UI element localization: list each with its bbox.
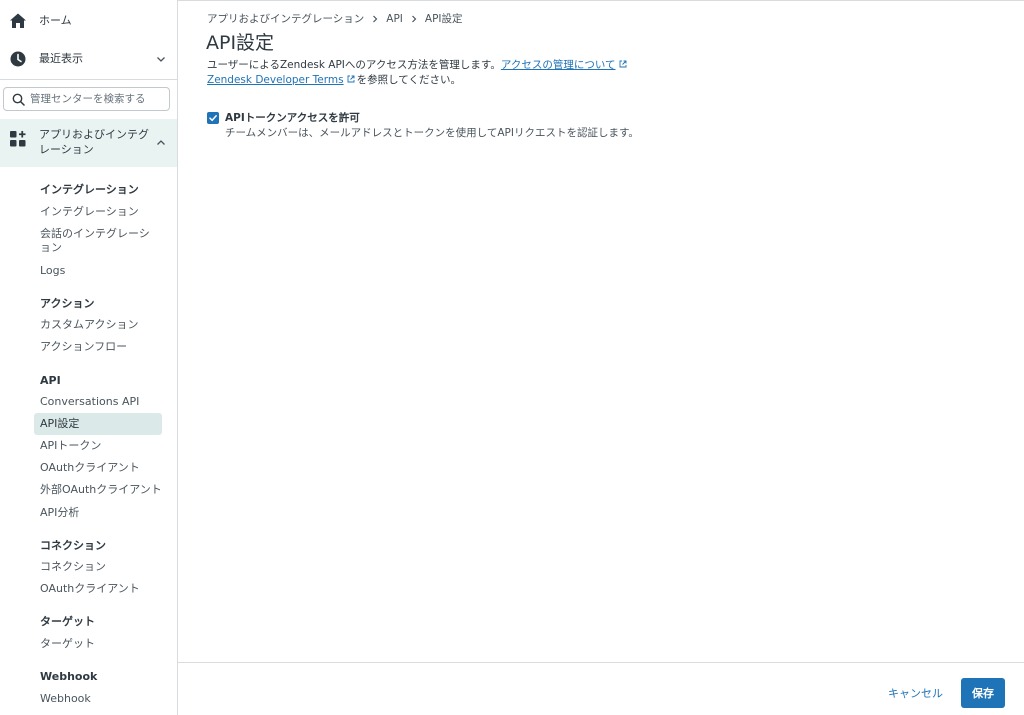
footer-bar: キャンセル 保存 [178, 662, 1024, 715]
sidebar-item-conversation-integrations[interactable]: 会話のインテグレーション [34, 227, 158, 255]
sidebar-search[interactable] [3, 87, 170, 111]
sidebar-item-action-flows[interactable]: アクションフロー [34, 340, 162, 354]
sidebar: ホーム 最近表示 管理センターを検索する アプリおよびインテグレーション インテ… [0, 0, 178, 715]
external-link-icon [619, 60, 626, 68]
breadcrumb-item-api-settings: API設定 [424, 13, 463, 25]
access-management-link[interactable]: アクセスの管理について [501, 59, 616, 71]
breadcrumb-item-api[interactable]: API [386, 13, 403, 25]
sidebar-item-api-analytics[interactable]: API分析 [34, 506, 162, 520]
description-text: ユーザーによるZendesk APIへのアクセス方法を管理します。 [207, 59, 501, 71]
sidebar-item-recent-label: 最近表示 [39, 52, 83, 65]
page-title: API設定 [206, 32, 275, 54]
section-title-integrations: インテグレーション [40, 183, 139, 196]
chevron-right-icon [410, 15, 418, 23]
api-token-access-checkbox[interactable] [207, 112, 219, 124]
sidebar-item-webhooks[interactable]: Webhook [34, 692, 162, 706]
sidebar-item-logs[interactable]: Logs [34, 264, 162, 278]
developer-terms-link[interactable]: Zendesk Developer Terms [207, 74, 344, 86]
admin-center-app: ホーム 最近表示 管理センターを検索する アプリおよびインテグレーション インテ… [0, 0, 1024, 715]
sidebar-item-integrations[interactable]: インテグレーション [34, 205, 162, 219]
header-border [178, 0, 1024, 2]
sidebar-item-apps-label: アプリおよびインテグレーション [39, 128, 149, 156]
breadcrumb: アプリおよびインテグレーション API API設定 [207, 11, 463, 26]
section-title-targets: ターゲット [40, 615, 95, 628]
clock-icon [10, 51, 26, 67]
sidebar-item-targets[interactable]: ターゲット [34, 637, 162, 651]
save-button[interactable]: 保存 [961, 678, 1005, 708]
sidebar-item-custom-actions[interactable]: カスタムアクション [34, 318, 162, 332]
sidebar-item-home-label: ホーム [39, 14, 72, 27]
sidebar-item-api-tokens[interactable]: APIトークン [34, 439, 162, 453]
section-title-actions: アクション [40, 297, 95, 310]
sidebar-item-oauth-clients[interactable]: OAuthクライアント [34, 461, 162, 475]
chevron-up-icon[interactable] [155, 137, 167, 149]
breadcrumb-item-apps[interactable]: アプリおよびインテグレーション [207, 11, 364, 26]
apps-grid-icon [10, 131, 26, 147]
external-link-icon [347, 75, 355, 83]
sidebar-item-apps-integrations[interactable]: アプリおよびインテグレーション [0, 119, 177, 167]
section-title-webhooks: Webhook [40, 670, 98, 683]
sidebar-item-connections[interactable]: コネクション [34, 560, 162, 574]
chevron-right-icon [371, 15, 379, 23]
search-icon [12, 93, 25, 106]
page-description: ユーザーによるZendesk APIへのアクセス方法を管理します。アクセスの管理… [207, 58, 807, 88]
sidebar-item-api-settings[interactable]: API設定 [34, 413, 162, 435]
chevron-down-icon[interactable] [155, 53, 167, 65]
terms-suffix-text: を参照してください。 [356, 74, 461, 86]
checkmark-icon [209, 115, 217, 122]
section-title-api: API [40, 374, 61, 387]
sidebar-item-connections-oauth-clients[interactable]: OAuthクライアント [34, 582, 162, 596]
search-input[interactable] [30, 91, 166, 107]
section-title-connections: コネクション [40, 539, 106, 552]
sidebar-divider [0, 79, 177, 80]
cancel-button[interactable]: キャンセル [880, 679, 951, 707]
sidebar-item-recent[interactable]: 最近表示 [0, 44, 177, 74]
sidebar-item-conversations-api[interactable]: Conversations API [34, 395, 162, 409]
api-token-access-hint: チームメンバーは、メールアドレスとトークンを使用してAPIリクエストを認証します… [225, 127, 639, 139]
home-icon [10, 13, 26, 28]
sidebar-item-external-oauth-clients[interactable]: 外部OAuthクライアント [34, 483, 162, 497]
api-token-access-label[interactable]: APIトークンアクセスを許可 [225, 111, 360, 125]
sidebar-item-home[interactable]: ホーム [0, 6, 177, 36]
